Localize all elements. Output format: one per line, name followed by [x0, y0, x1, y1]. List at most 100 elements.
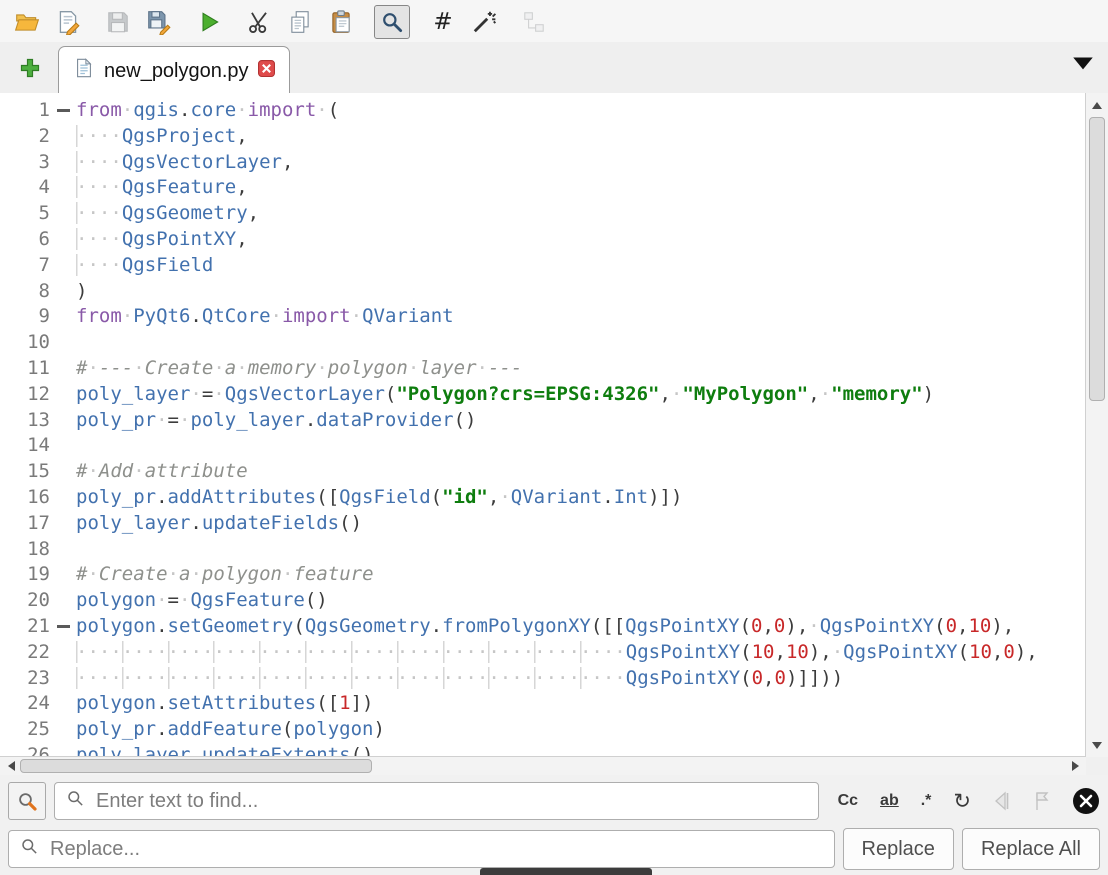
line-number: 20	[0, 588, 50, 614]
find-previous-icon	[990, 789, 1014, 813]
code-token: polygon	[76, 692, 156, 714]
whitespace-dot: ·	[87, 641, 98, 663]
toolbar-cut-button[interactable]	[242, 6, 276, 38]
whitespace-dot: ·	[328, 641, 339, 663]
whitespace-dot: ·	[99, 151, 110, 173]
find-next-button[interactable]	[1028, 789, 1056, 813]
toolbar-paste-button[interactable]	[324, 6, 358, 38]
toolbar-open-script-button[interactable]	[10, 6, 44, 38]
code-area[interactable]: 1from·qgis.core·import·(2····QgsProject,…	[0, 93, 1086, 757]
fold-margin	[50, 227, 76, 253]
whitespace-dot: ·	[122, 305, 133, 327]
code-token: ,	[282, 151, 293, 173]
whitespace-dot: ·	[190, 383, 201, 405]
scroll-up-button[interactable]	[1086, 96, 1108, 114]
line-number: 17	[0, 511, 50, 537]
toolbar-save-as-button[interactable]	[142, 6, 176, 38]
toolbar-run-script-button[interactable]	[192, 6, 226, 38]
whitespace-dot: ·	[488, 667, 499, 689]
case-sensitive-toggle[interactable]: Cc	[833, 789, 863, 813]
qgis-python-editor: # new_polygon.py	[0, 0, 1108, 875]
vertical-scrollbar[interactable]	[1085, 93, 1108, 757]
copy-icon	[287, 9, 313, 35]
whitespace-dot: ·	[832, 641, 843, 663]
fold-marker[interactable]	[50, 98, 76, 124]
regex-toggle[interactable]: .*	[916, 789, 937, 813]
fold-margin	[50, 253, 76, 279]
whitespace-dot: ·	[339, 667, 350, 689]
whitespace-dot: ·	[351, 305, 362, 327]
arrow-up-icon	[1092, 102, 1102, 109]
wrap-around-toggle[interactable]: ↻	[948, 786, 976, 816]
find-text-icon	[379, 9, 405, 35]
whitespace-dot: ·	[87, 125, 98, 147]
whitespace-dot: ·	[420, 667, 431, 689]
code-token: 10	[969, 641, 992, 663]
tab-close-button[interactable]	[258, 60, 275, 83]
replace-all-button[interactable]: Replace All	[962, 828, 1100, 870]
code-token: ,	[774, 641, 785, 663]
line-number: 5	[0, 201, 50, 227]
find-previous-button[interactable]	[988, 789, 1016, 813]
fold-margin	[50, 485, 76, 511]
scroll-down-button[interactable]	[1086, 736, 1108, 754]
close-find-bar-button[interactable]	[1072, 787, 1100, 815]
code-token: import	[248, 99, 317, 121]
code-line-text: ····QgsFeature,	[76, 175, 248, 201]
whitespace-dot: ·	[328, 667, 339, 689]
object-inspector-icon	[521, 9, 547, 35]
whole-word-toggle[interactable]: ab	[875, 789, 904, 813]
whitespace-dot: ·	[477, 641, 488, 663]
toolbar-toggle-comment-button[interactable]: #	[426, 6, 460, 38]
scroll-right-button[interactable]	[1066, 757, 1084, 775]
whitespace-dot: ·	[603, 667, 614, 689]
toolbar-format-code-button[interactable]	[467, 6, 501, 38]
tab-list-dropdown-button[interactable]	[1070, 51, 1096, 82]
line-number: 14	[0, 433, 50, 459]
scroll-left-button[interactable]	[2, 757, 20, 775]
fold-marker[interactable]	[50, 614, 76, 640]
find-input[interactable]	[94, 789, 807, 814]
whitespace-dot: ·	[259, 667, 270, 689]
code-token: )]]))	[786, 667, 843, 689]
code-line-text: poly_layer.updateExtents()	[76, 743, 373, 757]
code-token: feature	[293, 563, 373, 585]
toolbar-find-text-button[interactable]	[374, 5, 410, 39]
code-token: QgsPointXY	[626, 641, 740, 663]
toolbar-save-button[interactable]	[101, 6, 135, 38]
toolbar-new-editor-button[interactable]	[51, 6, 85, 38]
whitespace-dot: ·	[465, 667, 476, 689]
new-tab-button[interactable]	[12, 48, 48, 88]
code-token: QgsVectorLayer	[122, 151, 282, 173]
toolbar-object-inspector-button[interactable]	[517, 6, 551, 38]
code-token: QgsPointXY	[625, 615, 739, 637]
horizontal-scrollbar[interactable]	[0, 756, 1086, 775]
code-lines: 1from·qgis.core·import·(2····QgsProject,…	[0, 98, 1086, 757]
horizontal-scrollbar-thumb[interactable]	[20, 759, 372, 773]
code-token: .	[179, 99, 190, 121]
whitespace-dot: ·	[408, 357, 419, 379]
whitespace-dot: ·	[614, 667, 625, 689]
whitespace-dot: ·	[511, 641, 522, 663]
whitespace-dot: ·	[110, 254, 121, 276]
code-token: 10	[752, 641, 775, 663]
whitespace-dot: ·	[190, 563, 201, 585]
code-token: .	[156, 615, 167, 637]
replace-input[interactable]	[48, 837, 823, 862]
toolbar-copy-button[interactable]	[283, 6, 317, 38]
code-line: 18	[0, 537, 1086, 563]
code-token: 0	[775, 667, 786, 689]
scrollbar-corner	[1086, 757, 1108, 775]
code-line: 23······································…	[0, 666, 1086, 692]
replace-button[interactable]: Replace	[843, 828, 954, 870]
whitespace-dot: ·	[87, 151, 98, 173]
tab-new-polygon-py[interactable]: new_polygon.py	[58, 46, 290, 95]
code-token: ,	[992, 641, 1003, 663]
code-line: 16poly_pr.addAttributes([QgsField("id",·…	[0, 485, 1086, 511]
whitespace-dot: ·	[87, 460, 98, 482]
vertical-scrollbar-thumb[interactable]	[1089, 117, 1105, 401]
search-options-button[interactable]	[8, 782, 46, 820]
code-token: import	[282, 305, 351, 327]
code-token: poly_layer	[76, 512, 190, 534]
whitespace-dot: ·	[156, 667, 167, 689]
